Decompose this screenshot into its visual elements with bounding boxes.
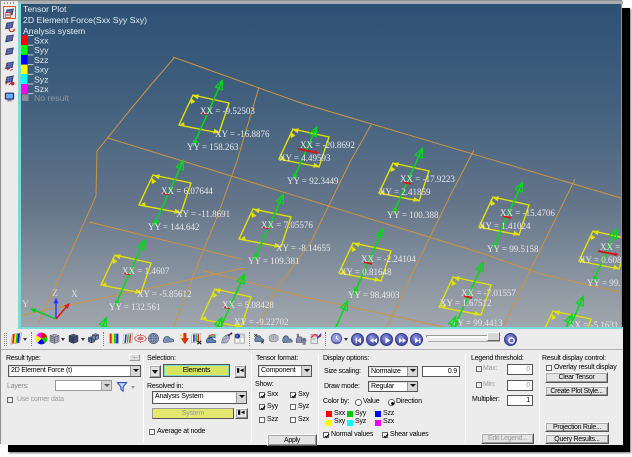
svg-text:XX = -10.6085: XX = -10.6085 <box>600 242 621 252</box>
svg-text:2D Element Force(Sxx Syy Sxy): 2D Element Force(Sxx Syy Sxy) <box>23 15 147 25</box>
svg-text:i: i <box>236 334 237 339</box>
svg-text:XX = -20.8692: XX = -20.8692 <box>300 140 355 150</box>
svg-text:XY = -11.8691: XY = -11.8691 <box>176 209 230 219</box>
svg-text:XX = -17.9223: XX = -17.9223 <box>400 174 455 184</box>
svg-text:XX = -15.4706: XX = -15.4706 <box>500 208 555 218</box>
svg-text:YY = 92.3449: YY = 92.3449 <box>287 176 339 186</box>
svg-text:XY = -8.14655: XY = -8.14655 <box>276 243 331 253</box>
svg-text:Y: Y <box>22 300 29 310</box>
svg-text:XY = -5.85612: XY = -5.85612 <box>137 289 192 299</box>
svg-text:YY = 144.642: YY = 144.642 <box>148 222 200 232</box>
svg-text:XX = 6.07644: XX = 6.07644 <box>161 186 213 196</box>
svg-text:XY = 2.41859: XY = 2.41859 <box>379 187 431 197</box>
svg-text:Sxy: Sxy <box>34 65 49 75</box>
svg-text:XX = -7.01557: XX = -7.01557 <box>461 288 516 298</box>
svg-text:XY = 1.67512: XY = 1.67512 <box>440 298 492 308</box>
svg-text:XY = 4.49593: XY = 4.49593 <box>279 153 331 163</box>
svg-text:Syy: Syy <box>34 45 49 55</box>
svg-text:YY = 99.5158: YY = 99.5158 <box>587 278 621 288</box>
svg-text:Analysis system: Analysis system <box>23 26 85 36</box>
svg-text:Sxx: Sxx <box>34 36 49 46</box>
svg-text:XY = -16.8876: XY = -16.8876 <box>215 129 270 139</box>
svg-text:Tensor Plot: Tensor Plot <box>23 4 67 14</box>
svg-text:XX = 5.08428: XX = 5.08428 <box>222 300 274 310</box>
svg-text:XY = -9.22702: XY = -9.22702 <box>234 317 289 327</box>
svg-text:XX = 7.05576: XX = 7.05576 <box>261 220 313 230</box>
svg-text:XY = 0.81648: XY = 0.81648 <box>340 267 392 277</box>
svg-text:YY = 100.388: YY = 100.388 <box>387 210 439 220</box>
svg-text:YY = 158.263: YY = 158.263 <box>187 142 239 152</box>
svg-text:YY = 99.4413: YY = 99.4413 <box>451 318 503 327</box>
svg-text:XX = 1.4607: XX = 1.4607 <box>122 266 170 276</box>
svg-text:Z: Z <box>52 289 58 299</box>
svg-text:XY = 0.60883: XY = 0.60883 <box>579 255 621 265</box>
svg-text:Syz: Syz <box>34 74 48 84</box>
svg-text:YY = 132.561: YY = 132.561 <box>109 302 161 312</box>
svg-text:XX = -5.1631: XX = -5.1631 <box>568 320 618 327</box>
svg-text:XX = -9.52503: XX = -9.52503 <box>200 106 255 116</box>
svg-text:Szz: Szz <box>34 55 48 65</box>
svg-text:YY = 98.4903: YY = 98.4903 <box>348 290 400 300</box>
svg-text:X: X <box>71 290 78 300</box>
svg-text:No result: No result <box>34 93 69 103</box>
svg-text:YY = 109.381: YY = 109.381 <box>248 256 300 266</box>
svg-text:XX = -2.24104: XX = -2.24104 <box>361 254 416 264</box>
svg-text:YY = 99.5158: YY = 99.5158 <box>487 244 539 254</box>
svg-text:XY = 1.41024: XY = 1.41024 <box>479 221 531 231</box>
